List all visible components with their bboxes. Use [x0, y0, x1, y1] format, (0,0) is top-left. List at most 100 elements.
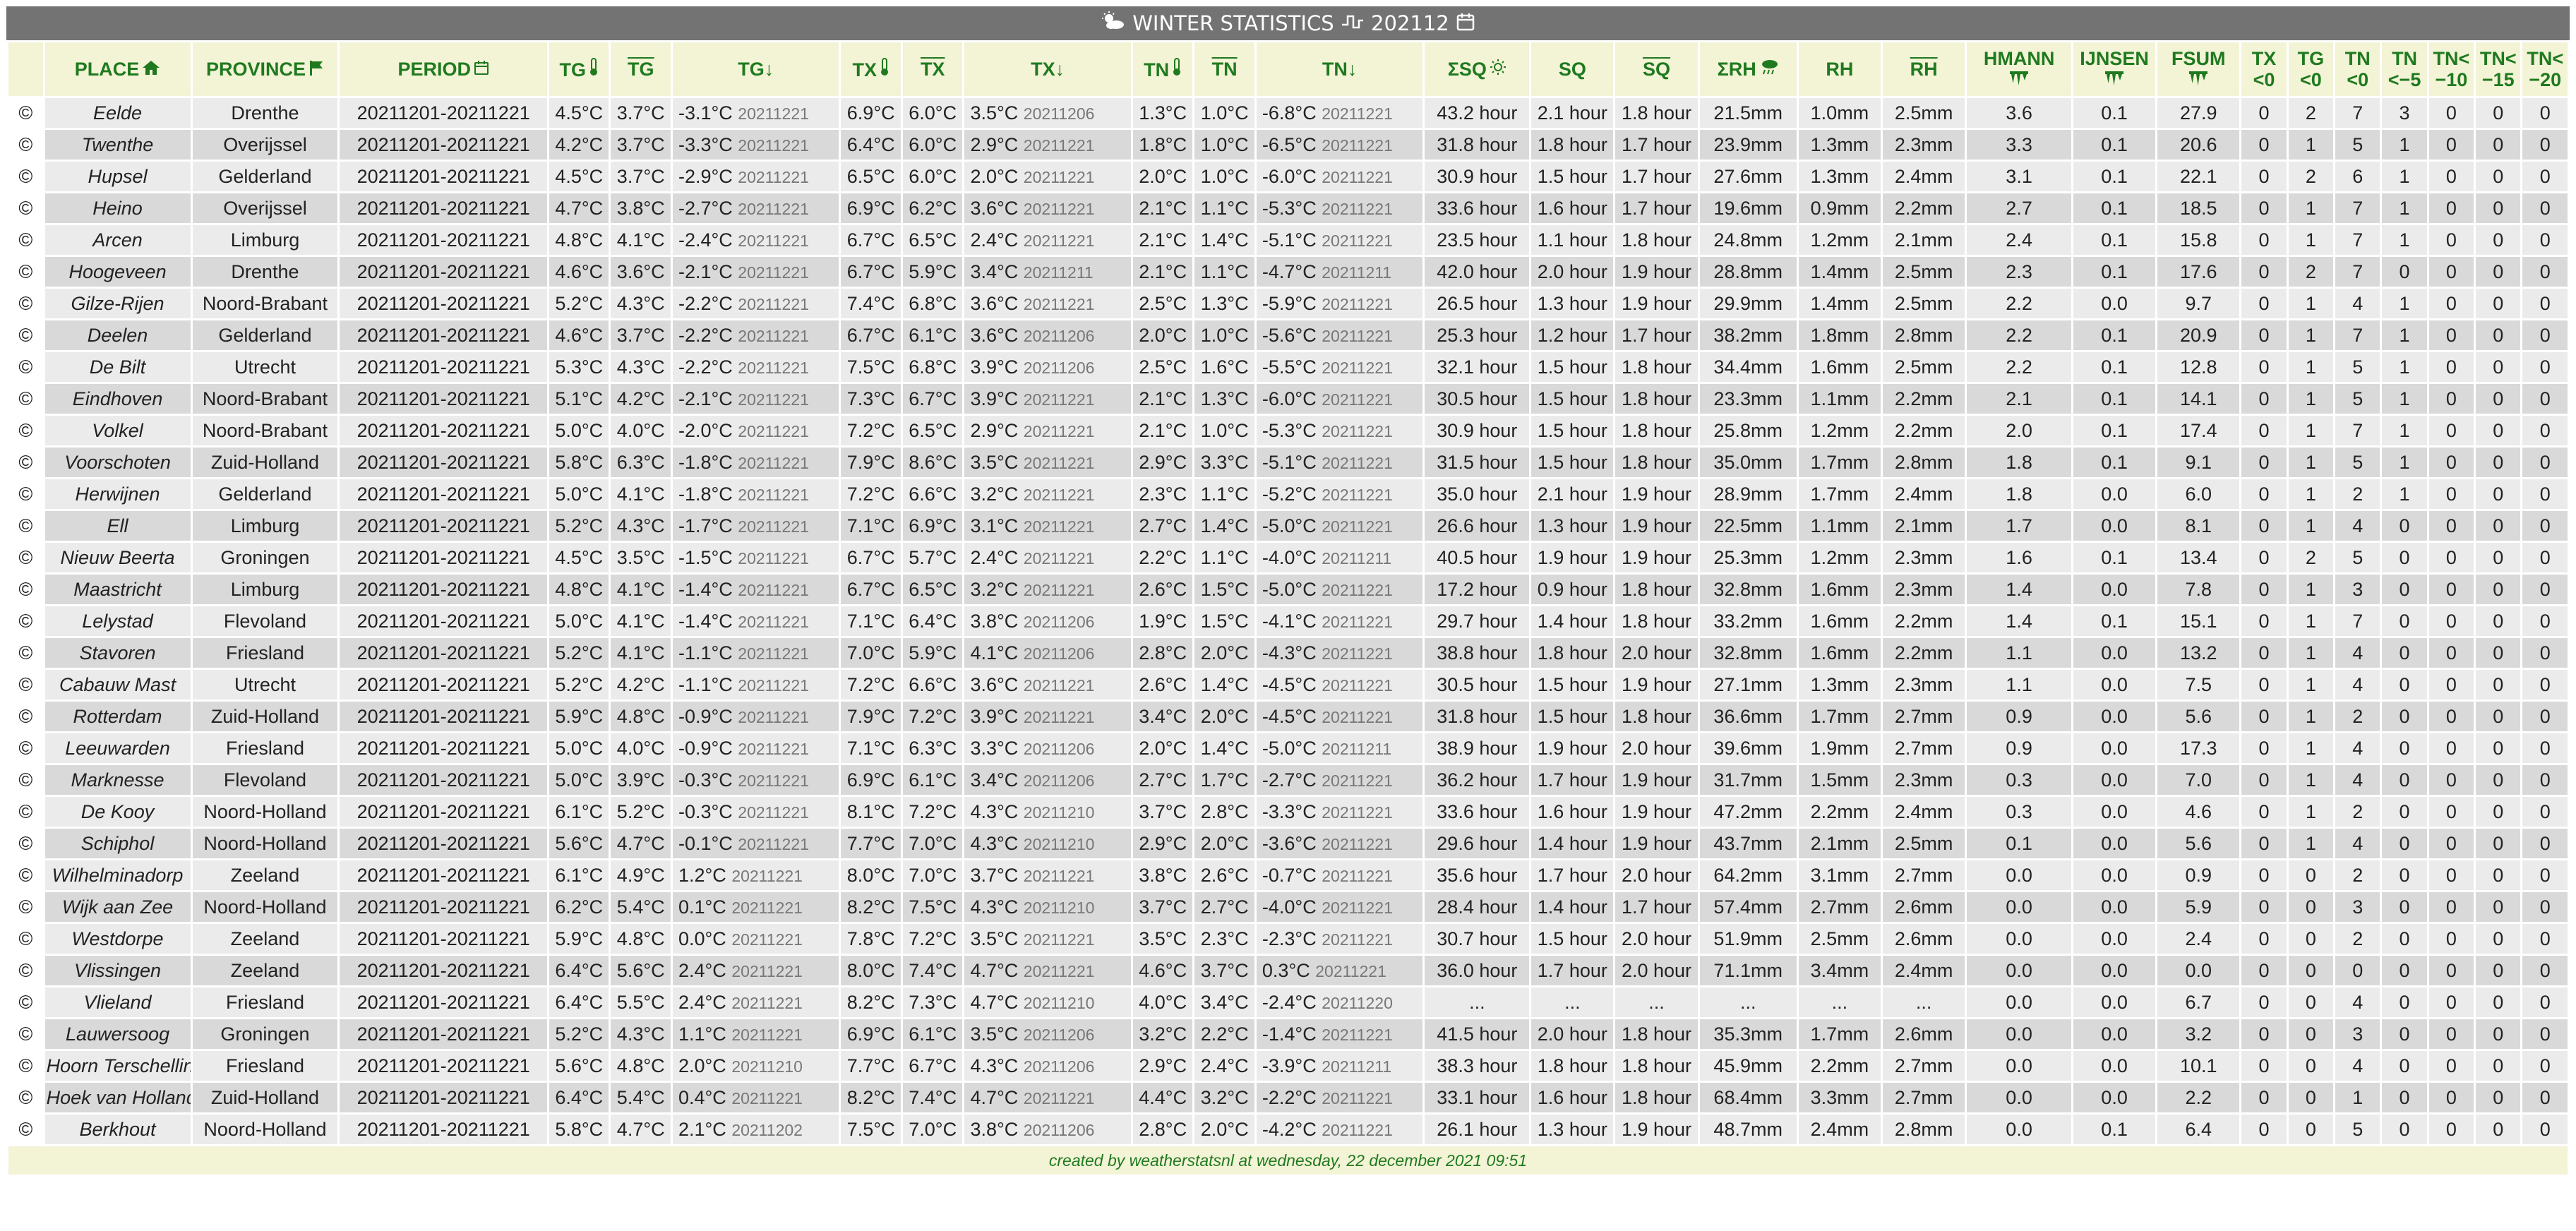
- column-header-hmann: HMANN: [1967, 42, 2071, 96]
- tn-low-cell: -4.0°C 20211221: [1256, 892, 1423, 922]
- tn20-cell: 0: [2522, 924, 2568, 954]
- tx-low-cell: 2.4°C 20211221: [964, 225, 1131, 255]
- tn5-cell: 0: [2382, 543, 2427, 572]
- period-cell: 20211201-20211221: [340, 1083, 547, 1112]
- tn-low-cell: -2.3°C 20211221: [1256, 924, 1423, 954]
- period-cell: 20211201-20211221: [340, 448, 547, 477]
- fsum-cell: 14.1: [2157, 384, 2240, 414]
- tg-low-cell: -2.1°C 20211221: [672, 257, 839, 287]
- date: 20211221: [738, 358, 809, 377]
- footer-credit: created by weatherstatsnl at wednesday, …: [8, 1146, 2568, 1175]
- sq-avg-cell: 1.8 hour: [1615, 448, 1698, 477]
- copyright-cell: ©: [8, 733, 43, 763]
- tx-avg-cell: 6.7°C: [902, 1051, 963, 1081]
- value: -4.5°C: [1262, 705, 1322, 727]
- tn-avg-cell: 1.1°C: [1194, 479, 1254, 509]
- date: 20211221: [1322, 167, 1393, 186]
- title-bar: WINTER STATISTICS 202112: [6, 6, 2570, 40]
- tx-avg-cell: 6.4°C: [902, 606, 963, 636]
- tn5-cell: 0: [2382, 1051, 2427, 1081]
- ijnsen-cell: 0.0: [2073, 829, 2156, 858]
- sq-avg-cell: 1.9 hour: [1615, 257, 1698, 287]
- tn-avg-cell: 1.1°C: [1194, 543, 1254, 572]
- tn5-cell: 0: [2382, 924, 2427, 954]
- tn10-cell: 0: [2428, 860, 2474, 890]
- tn20-cell: 0: [2522, 511, 2568, 541]
- rh-cell: 2.2mm: [1798, 797, 1881, 827]
- tx-avg-cell: 6.0°C: [902, 130, 963, 160]
- value: -0.1°C: [678, 832, 738, 854]
- fsum-cell: 0.0: [2157, 956, 2240, 985]
- copyright-cell: ©: [8, 193, 43, 223]
- tn15-cell: 0: [2476, 987, 2521, 1017]
- value: -6.0°C: [1262, 165, 1322, 187]
- fsum-cell: 22.1: [2157, 162, 2240, 191]
- tg-avg-cell: 4.1°C: [611, 606, 671, 636]
- value: -2.7°C: [1262, 769, 1322, 791]
- tg-avg-cell: 4.8°C: [611, 1051, 671, 1081]
- sq-avg-cell: 1.8 hour: [1615, 98, 1698, 128]
- table-body: © Eelde Drenthe 20211201-20211221 4.5°C 3.7°C…: [8, 98, 2568, 1144]
- ijnsen-cell: 0.1: [2073, 543, 2156, 572]
- rh-avg-cell: 2.3mm: [1883, 765, 1965, 795]
- ijnsen-cell: 0.0: [2073, 733, 2156, 763]
- tn20-cell: 0: [2522, 575, 2568, 604]
- icicle-icon: [1968, 69, 2070, 90]
- tx-avg-cell: 5.9°C: [902, 257, 963, 287]
- rh-sum-cell: 71.1mm: [1699, 956, 1797, 985]
- province-cell: Noord-Holland: [192, 797, 338, 827]
- period-cell: 20211201-20211221: [340, 289, 547, 318]
- tn10-cell: 0: [2428, 543, 2474, 572]
- tn0-cell: 2: [2335, 797, 2380, 827]
- tx-cell: 6.9°C: [841, 765, 901, 795]
- tg-cell: 5.0°C: [549, 479, 609, 509]
- tn10-cell: 0: [2428, 733, 2474, 763]
- province-cell: Zeeland: [192, 924, 338, 954]
- province-cell: Friesland: [192, 1051, 338, 1081]
- period-cell: 20211201-20211221: [340, 956, 547, 985]
- place-cell: Wilhelminadorp: [44, 860, 191, 890]
- date: 20211210: [1023, 803, 1095, 822]
- tn-low-cell: -6.0°C 20211221: [1256, 162, 1423, 191]
- value: 2.1°C: [678, 1118, 732, 1140]
- table-row: © Deelen Gelderland 20211201-20211221 4.6°C 3…: [8, 320, 2568, 350]
- column-header-tx: TX: [841, 42, 901, 96]
- rh-sum-cell: 64.2mm: [1699, 860, 1797, 890]
- tx-low-cell: 3.6°C 20211206: [964, 320, 1131, 350]
- rh-sum-cell: 27.6mm: [1699, 162, 1797, 191]
- tn-avg-cell: 2.4°C: [1194, 1051, 1254, 1081]
- tx-avg-cell: 7.4°C: [902, 1083, 963, 1112]
- rh-sum-cell: 33.2mm: [1699, 606, 1797, 636]
- value: 3.8°C: [970, 1118, 1024, 1140]
- tn15-cell: 0: [2476, 225, 2521, 255]
- tg0-cell: 1: [2288, 702, 2334, 731]
- value: -4.2°C: [1262, 1118, 1322, 1140]
- tx-cell: 7.2°C: [841, 479, 901, 509]
- table-row: © Hoorn Terschelling Friesland 20211201-202…: [8, 1051, 2568, 1081]
- date: 20211221: [1322, 834, 1393, 853]
- copyright-cell: ©: [8, 162, 43, 191]
- tx-cell: 7.1°C: [841, 511, 901, 541]
- tg0-cell: 0: [2288, 956, 2334, 985]
- icicle-icon: [2159, 69, 2238, 90]
- sq-avg-cell: ...: [1615, 987, 1698, 1017]
- tn15-cell: 0: [2476, 320, 2521, 350]
- sq-cell: 1.5 hour: [1531, 448, 1614, 477]
- copyright-cell: ©: [8, 829, 43, 858]
- place-cell: Leeuwarden: [44, 733, 191, 763]
- rh-sum-cell: 24.8mm: [1699, 225, 1797, 255]
- tg-avg-cell: 3.8°C: [611, 193, 671, 223]
- rh-cell: 1.6mm: [1798, 638, 1881, 668]
- place-cell: Heino: [44, 193, 191, 223]
- column-header-province: PROVINCE: [192, 42, 338, 96]
- date: 20211221: [1322, 803, 1393, 822]
- tg-low-cell: -2.0°C 20211221: [672, 416, 839, 445]
- period-cell: 20211201-20211221: [340, 987, 547, 1017]
- place-cell: Nieuw Beerta: [44, 543, 191, 572]
- tn5-cell: 1: [2382, 352, 2427, 382]
- tn15-cell: 0: [2476, 384, 2521, 414]
- tn-low-cell: -5.2°C 20211221: [1256, 479, 1423, 509]
- tn-cell: 4.4°C: [1132, 1083, 1193, 1112]
- tg-avg-cell: 4.1°C: [611, 638, 671, 668]
- rh-sum-cell: 23.9mm: [1699, 130, 1797, 160]
